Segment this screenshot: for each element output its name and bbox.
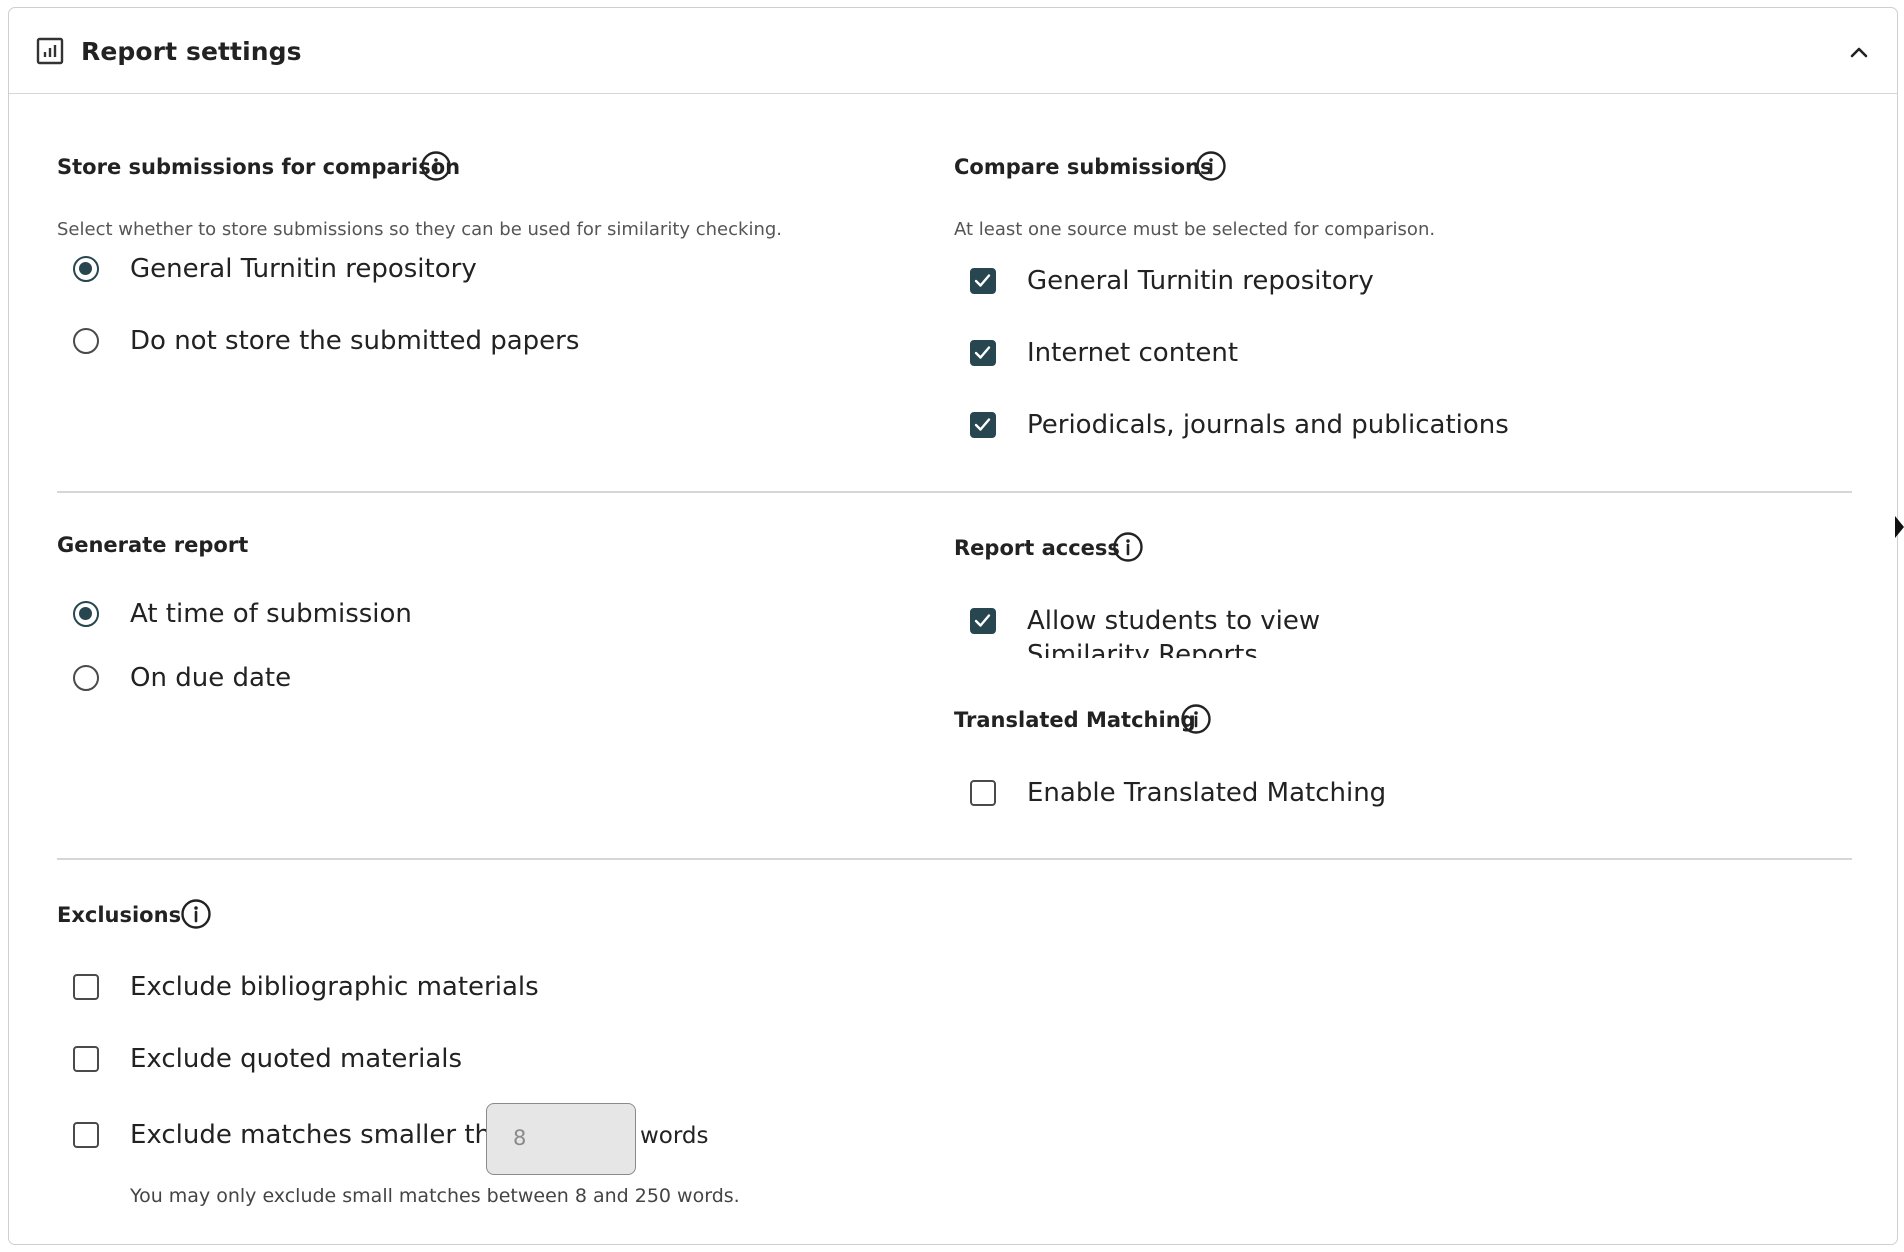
translated-matching-title: Translated Matching <box>954 708 1196 732</box>
info-icon[interactable] <box>420 150 452 182</box>
radio-label[interactable]: On due date <box>130 661 291 695</box>
chevron-up-icon[interactable] <box>1845 38 1873 66</box>
compare-submissions-description: At least one source must be selected for… <box>954 219 1436 240</box>
radio-general-repository[interactable] <box>73 256 99 282</box>
checkbox-label[interactable]: Exclude bibliographic materials <box>130 970 539 1004</box>
checkbox-exclude-quoted[interactable] <box>73 1046 99 1072</box>
info-icon[interactable] <box>1180 703 1212 735</box>
radio-label[interactable]: At time of submission <box>130 597 412 631</box>
report-access-label-clip: Allow students to view Similarity Report… <box>1027 604 1427 658</box>
checkmark-icon <box>974 346 991 359</box>
generate-report-title: Generate report <box>57 533 249 557</box>
checkbox-general-repository[interactable] <box>970 268 996 294</box>
checkbox-label[interactable]: Enable Translated Matching <box>1027 776 1386 810</box>
compare-submissions-title: Compare submissions <box>954 155 1213 179</box>
checkbox-exclude-bibliographic[interactable] <box>73 974 99 1000</box>
min-words-input[interactable]: 8 <box>486 1103 636 1175</box>
checkmark-icon <box>974 274 991 287</box>
report-access-title: Report access <box>954 536 1120 560</box>
report-settings-panel: Report settings Store submissions for co… <box>8 7 1898 1245</box>
exclusions-title: Exclusions <box>57 903 182 927</box>
checkbox-label[interactable]: Periodicals, journals and publications <box>1027 408 1509 442</box>
panel-title: Report settings <box>81 37 302 66</box>
checkbox-periodicals[interactable] <box>970 412 996 438</box>
info-icon[interactable] <box>180 898 212 930</box>
section-divider <box>57 491 1852 493</box>
radio-on-due-date[interactable] <box>73 665 99 691</box>
checkbox-label[interactable]: Exclude quoted materials <box>130 1042 462 1076</box>
radio-do-not-store[interactable] <box>73 328 99 354</box>
checkbox-label[interactable]: Exclude matches smaller than <box>130 1118 523 1152</box>
exclusion-hint: You may only exclude small matches betwe… <box>130 1185 740 1207</box>
radio-label[interactable]: Do not store the submitted papers <box>130 324 579 358</box>
checkbox-label[interactable]: General Turnitin repository <box>1027 264 1374 298</box>
report-chart-icon <box>36 37 64 65</box>
info-icon[interactable] <box>1112 531 1144 563</box>
panel-header[interactable]: Report settings <box>9 8 1897 94</box>
checkbox-label[interactable]: Allow students to view Similarity Report… <box>1027 604 1407 658</box>
radio-at-submission[interactable] <box>73 601 99 627</box>
radio-label[interactable]: General Turnitin repository <box>130 252 477 286</box>
checkmark-icon <box>974 614 991 627</box>
store-submissions-description: Select whether to store submissions so t… <box>57 219 783 240</box>
section-divider <box>57 858 1852 860</box>
words-label: words <box>640 1123 709 1149</box>
checkbox-exclude-small-matches[interactable] <box>73 1122 99 1148</box>
checkmark-icon <box>974 418 991 431</box>
store-submissions-title: Store submissions for comparison <box>57 155 461 179</box>
checkbox-translated-matching[interactable] <box>970 780 996 806</box>
checkbox-internet-content[interactable] <box>970 340 996 366</box>
checkbox-allow-students-view[interactable] <box>970 608 996 634</box>
info-icon[interactable] <box>1195 150 1227 182</box>
checkbox-label[interactable]: Internet content <box>1027 336 1238 370</box>
mouse-cursor-icon <box>1895 516 1904 538</box>
